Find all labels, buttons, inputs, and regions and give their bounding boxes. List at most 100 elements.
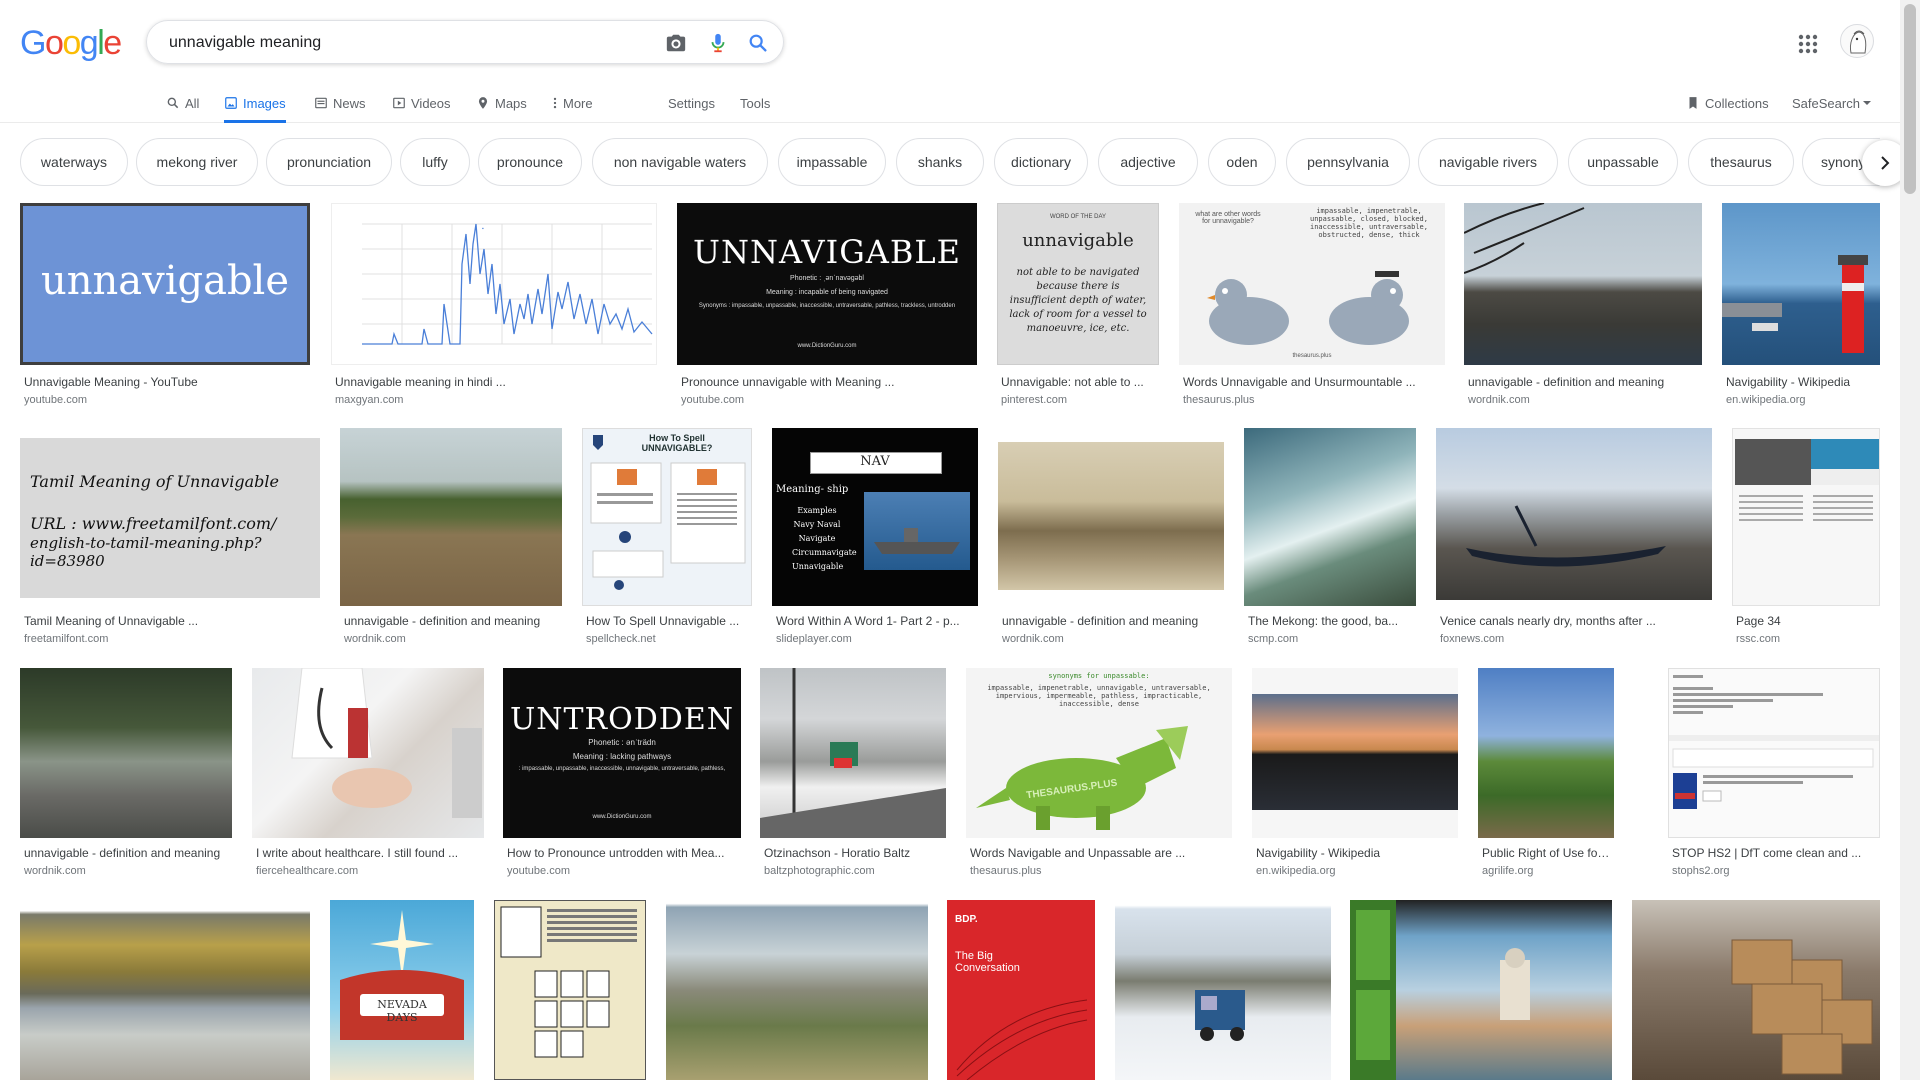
tab-tools[interactable]: Tools — [740, 84, 770, 122]
tab-label: More — [563, 95, 593, 111]
result-source: foxnews.com — [1440, 633, 1505, 645]
tab-settings[interactable]: Settings — [668, 84, 715, 122]
result-source: scmp.com — [1248, 633, 1299, 645]
chip[interactable]: waterways — [20, 138, 128, 186]
tab-label: All — [185, 95, 200, 111]
tab-label: News — [333, 95, 366, 111]
result-source: wordnik.com — [1002, 633, 1064, 645]
chip[interactable]: luffy — [400, 138, 470, 186]
chip[interactable]: adjective — [1098, 138, 1198, 186]
result-thumbnail: UNTRODDEN Phonetic : ənˈträdn Meaning : … — [503, 668, 741, 838]
result-thumbnail — [1252, 668, 1458, 838]
result-source: rssc.com — [1736, 633, 1780, 645]
result-source: wordnik.com — [24, 865, 86, 877]
tab-more[interactable]: More — [552, 84, 593, 122]
moving-boxes-photo — [1731, 939, 1873, 1075]
chip[interactable]: pronunciation — [266, 138, 392, 186]
search-box — [146, 20, 784, 65]
video-icon — [393, 97, 405, 109]
result-thumbnail — [1632, 900, 1880, 1080]
window-view-photo — [1350, 900, 1530, 1080]
result-caption: unnavigable - definition and meaning — [1002, 614, 1199, 628]
logo-letter: G — [20, 24, 46, 62]
result-thumbnail — [1668, 668, 1880, 838]
thumbnail-text: Examples Navy Naval Navigate Circumnavig… — [792, 506, 857, 571]
chip[interactable]: navigable rivers — [1418, 138, 1558, 186]
roadside-sign-photo — [760, 668, 946, 838]
thumbnail-text: NEVADA DAYS — [377, 998, 427, 1024]
result-thumbnail — [998, 428, 1224, 606]
chip[interactable]: unpassable — [1568, 138, 1678, 186]
result-source: thesaurus.plus — [1183, 394, 1255, 406]
result-thumbnail: UNNAVIGABLE Phonetic : ˌənˈnavəgəbl Mean… — [677, 203, 977, 365]
pigeons-illustration — [1207, 271, 1409, 345]
related-searches-chips: waterways mekong river pronunciation luf… — [0, 138, 1880, 188]
collections-link[interactable]: Collections — [1686, 84, 1769, 122]
tab-videos[interactable]: Videos — [392, 84, 451, 122]
result-thumbnail: unnavigable — [20, 203, 310, 365]
thumbnail-text: www.DictionGuru.com — [592, 814, 652, 820]
result-caption: Unnavigable Meaning - YouTube — [24, 375, 198, 389]
result-source: wordnik.com — [344, 633, 406, 645]
search-input[interactable] — [167, 21, 651, 65]
tab-maps[interactable]: Maps — [476, 84, 527, 122]
tab-news[interactable]: News — [314, 84, 366, 122]
chevron-right-icon — [1881, 156, 1890, 170]
line-graph-image: ▪ — [362, 223, 653, 345]
apps-grid-icon[interactable] — [1796, 32, 1820, 56]
chip[interactable]: impassable — [778, 138, 886, 186]
microphone-icon[interactable] — [707, 32, 729, 54]
safesearch-menu[interactable]: SafeSearch — [1792, 84, 1877, 122]
result-caption: Word Within A Word 1- Part 2 - p... — [776, 614, 960, 628]
svg-text:▪: ▪ — [482, 226, 484, 232]
search-tabs: All Images News Videos Maps More Setting… — [0, 84, 1900, 123]
result-caption: Words Navigable and Unpassable are ... — [970, 846, 1186, 860]
thumbnail-text: Meaning- ship — [776, 484, 849, 495]
chip[interactable]: pronounce — [478, 138, 582, 186]
logo-letter: o — [44, 24, 64, 62]
thumbnail-text: www.DictionGuru.com — [797, 343, 857, 349]
tab-label: Maps — [495, 95, 527, 111]
abstract-lines-image — [956, 999, 1088, 1080]
result-caption: Navigability - Wikipedia — [1726, 375, 1851, 389]
chip[interactable]: pennsylvania — [1286, 138, 1410, 186]
chip[interactable]: dictionary — [994, 138, 1088, 186]
result-source: en.wikipedia.org — [1726, 394, 1806, 406]
result-caption: Otzinachson - Horatio Baltz — [764, 846, 911, 860]
result-thumbnail: ▪ — [331, 203, 657, 365]
chip[interactable]: oden — [1208, 138, 1276, 186]
result-caption: STOP HS2 | DfT come clean and ... — [1672, 846, 1862, 860]
result-caption: How To Spell Unnavigable ... — [586, 614, 740, 628]
camera-icon[interactable] — [665, 32, 687, 54]
chip[interactable]: non navigable waters — [592, 138, 768, 186]
thumbnail-text: thesaurus.plus — [1292, 353, 1332, 359]
result-caption: How to Pronounce untrodden with Mea... — [507, 846, 725, 860]
webpage-screenshot-image — [1669, 675, 1879, 809]
search-icon[interactable] — [747, 32, 769, 54]
tab-images[interactable]: Images — [224, 84, 286, 123]
thumbnail-text: : impassable, unpassable, inaccessible, … — [518, 766, 726, 772]
result-thumbnail — [252, 668, 484, 838]
result-caption: Tamil Meaning of Unnavigable ... — [24, 614, 199, 628]
result-caption: unnavigable - definition and meaning — [24, 846, 221, 860]
chip[interactable]: thesaurus — [1688, 138, 1794, 186]
scrollbar-thumb[interactable] — [1904, 4, 1916, 194]
avatar[interactable] — [1840, 24, 1874, 58]
result-thumbnail — [760, 668, 946, 838]
chip[interactable]: shanks — [896, 138, 984, 186]
result-thumbnail: NEVADA DAYS — [330, 900, 474, 1080]
result-source: freetamilfont.com — [24, 633, 109, 645]
result-thumbnail — [1244, 428, 1416, 606]
safesearch-label: SafeSearch — [1792, 95, 1860, 111]
page-scrollbar[interactable] — [1900, 0, 1920, 1080]
result-source: thesaurus.plus — [970, 865, 1042, 877]
thumbnail-text: Synonyms : impassable, unpassable, inacc… — [698, 303, 956, 309]
result-thumbnail — [1478, 668, 1614, 838]
result-source: pinterest.com — [1001, 394, 1068, 406]
thumbnail-text: URL : www.freetamilfont.com/ — [30, 514, 277, 533]
google-logo[interactable]: Google — [20, 24, 122, 62]
chip[interactable]: mekong river — [136, 138, 258, 186]
logo-letter: g — [79, 24, 99, 62]
tab-all[interactable]: All — [166, 84, 199, 122]
thumbnail-text: WORD OF THE DAY — [1049, 214, 1107, 220]
